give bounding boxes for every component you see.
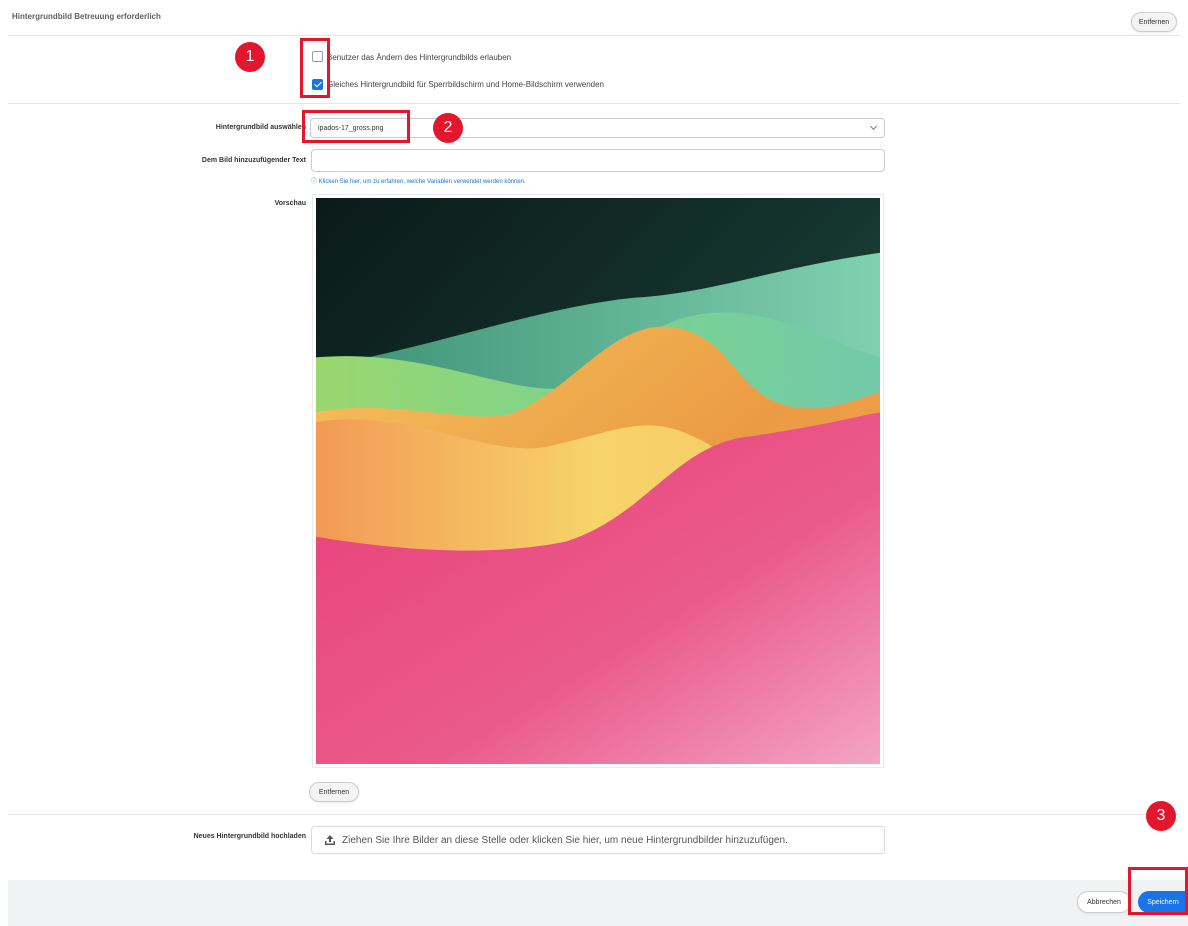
remove-button[interactable]: Entfernen: [1131, 12, 1177, 32]
step-3-badge: 3: [1146, 801, 1176, 831]
highlight-box-save: [1128, 867, 1188, 915]
variables-help-link[interactable]: ⓘ Klicken Sie hier, um zu erfahren, welc…: [311, 176, 526, 185]
remove-preview-button[interactable]: Entfernen: [309, 782, 359, 802]
overlay-text-label: Dem Bild hinzuzufügender Text: [201, 157, 306, 164]
chevron-down-icon: [869, 122, 878, 131]
upload-dropzone-text: Ziehen Sie Ihre Bilder an diese Stelle o…: [342, 834, 788, 846]
highlight-box-select: [302, 110, 410, 143]
upload-label: Neues Hintergrundbild hochladen: [193, 833, 306, 840]
select-wallpaper-label: Hintergrundbild auswählen: [215, 124, 306, 131]
wallpaper-preview-image: [316, 198, 880, 764]
step-2-badge: 2: [433, 113, 463, 143]
preview-label: Vorschau: [274, 200, 306, 207]
highlight-box-checkboxes: [300, 38, 330, 98]
cancel-button[interactable]: Abbrechen: [1077, 891, 1131, 913]
divider: [8, 103, 1180, 104]
page-title: Hintergrundbild Betreuung erforderlich: [12, 12, 161, 21]
same-wallpaper-label: Gleiches Hintergrundbild für Sperrbildsc…: [327, 80, 605, 89]
divider: [8, 814, 1180, 815]
upload-dropzone[interactable]: Ziehen Sie Ihre Bilder an diese Stelle o…: [311, 826, 885, 854]
step-1-badge: 1: [235, 42, 265, 72]
upload-icon: [324, 834, 336, 846]
allow-change-label: Benutzer das Ändern des Hintergrundbilds…: [327, 53, 512, 62]
footer-bar: [8, 880, 1188, 926]
divider: [8, 35, 1180, 36]
overlay-text-input[interactable]: [311, 149, 885, 172]
preview-frame: [312, 194, 884, 768]
